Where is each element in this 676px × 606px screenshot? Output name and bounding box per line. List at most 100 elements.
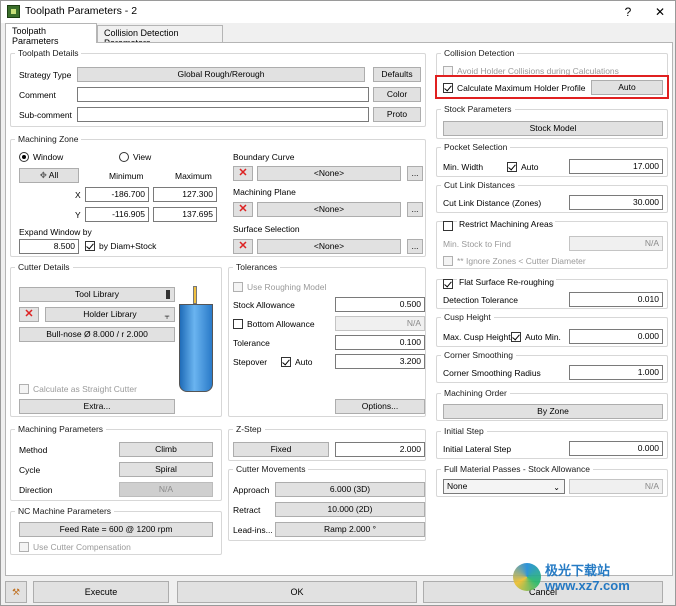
all-label: All: [48, 170, 59, 180]
stock-model-button[interactable]: Stock Model: [443, 121, 663, 136]
tolerance-label: Tolerance: [233, 338, 270, 348]
cut-link-group: Cut Link Distances Cut Link Distance (Zo…: [436, 180, 668, 213]
expand-input[interactable]: 8.500: [19, 239, 79, 254]
full-material-select[interactable]: None ⌄: [443, 479, 565, 494]
close-button[interactable]: ✕: [649, 3, 671, 21]
watermark-logo-icon: [513, 563, 541, 591]
tab-collision-detection[interactable]: Collision Detection Parameters: [97, 25, 223, 48]
group-title: Toolpath Details: [15, 48, 82, 58]
cutter-comp-checkbox[interactable]: [19, 542, 29, 552]
clear-surface-icon[interactable]: ✕: [233, 239, 253, 254]
method-button[interactable]: Climb: [119, 442, 213, 457]
machining-order-button[interactable]: By Zone: [443, 404, 663, 419]
group-title: Cut Link Distances: [441, 180, 518, 190]
ok-button[interactable]: OK: [177, 581, 417, 603]
flat-surface-group: Flat Surface Re-roughing Detection Toler…: [436, 277, 668, 309]
comment-input[interactable]: [77, 87, 369, 102]
initial-step-input[interactable]: 0.000: [569, 441, 663, 456]
cusp-height-input[interactable]: 0.000: [569, 329, 663, 344]
tolerance-input[interactable]: 0.100: [335, 335, 425, 350]
stepover-auto-label: Auto: [295, 357, 313, 367]
x-max-input[interactable]: 127.300: [153, 187, 217, 202]
group-title: Full Material Passes - Stock Allowance: [441, 464, 593, 474]
full-material-input[interactable]: N/A: [569, 479, 663, 494]
subcomment-input[interactable]: [77, 107, 369, 122]
direction-button[interactable]: N/A: [119, 482, 213, 497]
cycle-button[interactable]: Spiral: [119, 462, 213, 477]
tab-toolpath-parameters[interactable]: Toolpath Parameters: [5, 23, 97, 46]
x-min-input[interactable]: -186.700: [85, 187, 149, 202]
straight-cutter-checkbox[interactable]: [19, 384, 29, 394]
stepover-auto-checkbox[interactable]: [281, 357, 291, 367]
flat-surface-checkbox[interactable]: [443, 279, 453, 289]
tool-holder-image: [193, 286, 197, 304]
group-title: Machining Parameters: [15, 424, 107, 434]
execute-button[interactable]: Execute: [33, 581, 169, 603]
all-button[interactable]: ✥ All: [19, 168, 79, 183]
cutter-comp-label: Use Cutter Compensation: [33, 542, 131, 552]
ignore-zones-checkbox[interactable]: [443, 256, 453, 266]
view-radio[interactable]: [119, 152, 129, 162]
machining-zone-group: Machining Zone Window View ✥ All Minimum…: [10, 134, 426, 257]
auto-min-checkbox[interactable]: [511, 332, 521, 342]
help-button[interactable]: ?: [617, 3, 639, 21]
surface-browse-button[interactable]: ...: [407, 239, 423, 254]
y-label: Y: [75, 210, 81, 220]
group-title: Collision Detection: [441, 48, 518, 58]
cut-link-input[interactable]: 30.000: [569, 195, 663, 210]
strategy-label: Strategy Type: [19, 70, 72, 80]
boundary-button[interactable]: <None>: [257, 166, 401, 181]
min-stock-input[interactable]: N/A: [569, 236, 663, 251]
plane-button[interactable]: <None>: [257, 202, 401, 217]
machining-parameters-group: Machining Parameters Method Climb Cycle …: [10, 424, 222, 501]
options-button[interactable]: Options...: [335, 399, 425, 414]
retract-button[interactable]: 10.000 (2D): [275, 502, 425, 517]
holder-library-button[interactable]: Holder Library ⫟: [45, 307, 175, 322]
z-step-type-button[interactable]: Fixed: [233, 442, 329, 457]
proto-button[interactable]: Proto: [373, 107, 421, 122]
feed-rate-button[interactable]: Feed Rate = 600 @ 1200 rpm: [19, 522, 213, 537]
approach-button[interactable]: 6.000 (3D): [275, 482, 425, 497]
cut-link-label: Cut Link Distance (Zones): [443, 198, 542, 208]
settings-icon-button[interactable]: ⚒: [5, 581, 27, 603]
clear-holder-icon[interactable]: ✕: [19, 307, 39, 322]
by-diam-checkbox[interactable]: [85, 241, 95, 251]
stock-allowance-input[interactable]: 0.500: [335, 297, 425, 312]
view-label: View: [133, 152, 152, 162]
leadins-button[interactable]: Ramp 2.000 °: [275, 522, 425, 537]
clear-plane-icon[interactable]: ✕: [233, 202, 253, 217]
boundary-browse-button[interactable]: ...: [407, 166, 423, 181]
bottom-allowance-checkbox[interactable]: [233, 319, 243, 329]
surface-button[interactable]: <None>: [257, 239, 401, 254]
group-title: NC Machine Parameters: [15, 506, 115, 516]
color-button[interactable]: Color: [373, 87, 421, 102]
defaults-button[interactable]: Defaults: [373, 67, 421, 82]
bottom-allowance-input[interactable]: N/A: [335, 316, 425, 331]
use-roughing-checkbox[interactable]: [233, 282, 243, 292]
stepover-label: Stepover: [233, 357, 268, 367]
tool-library-button[interactable]: Tool Library: [19, 287, 175, 302]
extra-button[interactable]: Extra...: [19, 399, 175, 414]
restrict-areas-checkbox[interactable]: [443, 221, 453, 231]
clear-boundary-icon[interactable]: ✕: [233, 166, 253, 181]
z-step-input[interactable]: 2.000: [335, 442, 425, 457]
cutter-details-group: Cutter Details Tool Library ✕ Holder Lib…: [10, 262, 222, 417]
highlight-box: [435, 75, 669, 99]
min-width-input[interactable]: 17.000: [569, 159, 663, 174]
window-radio[interactable]: [19, 152, 29, 162]
strategy-type-button[interactable]: Global Rough/Rerough: [77, 67, 365, 82]
subcomment-label: Sub-comment: [19, 110, 72, 120]
detection-tolerance-input[interactable]: 0.010: [569, 292, 663, 307]
pocket-auto-checkbox[interactable]: [507, 162, 517, 172]
tool-description-button[interactable]: Bull-nose Ø 8.000 / r 2.000: [19, 327, 175, 342]
plane-browse-button[interactable]: ...: [407, 202, 423, 217]
y-max-input[interactable]: 137.695: [153, 207, 217, 222]
stepover-input[interactable]: 3.200: [335, 354, 425, 369]
minimum-label: Minimum: [109, 171, 144, 181]
tab-pane: Toolpath Details Strategy Type Global Ro…: [5, 42, 673, 576]
y-min-input[interactable]: -116.905: [85, 207, 149, 222]
min-width-label: Min. Width: [443, 162, 484, 172]
corner-smoothing-input[interactable]: 1.000: [569, 365, 663, 380]
by-diam-label: by Diam+Stock: [99, 241, 157, 251]
cycle-label: Cycle: [19, 465, 41, 475]
